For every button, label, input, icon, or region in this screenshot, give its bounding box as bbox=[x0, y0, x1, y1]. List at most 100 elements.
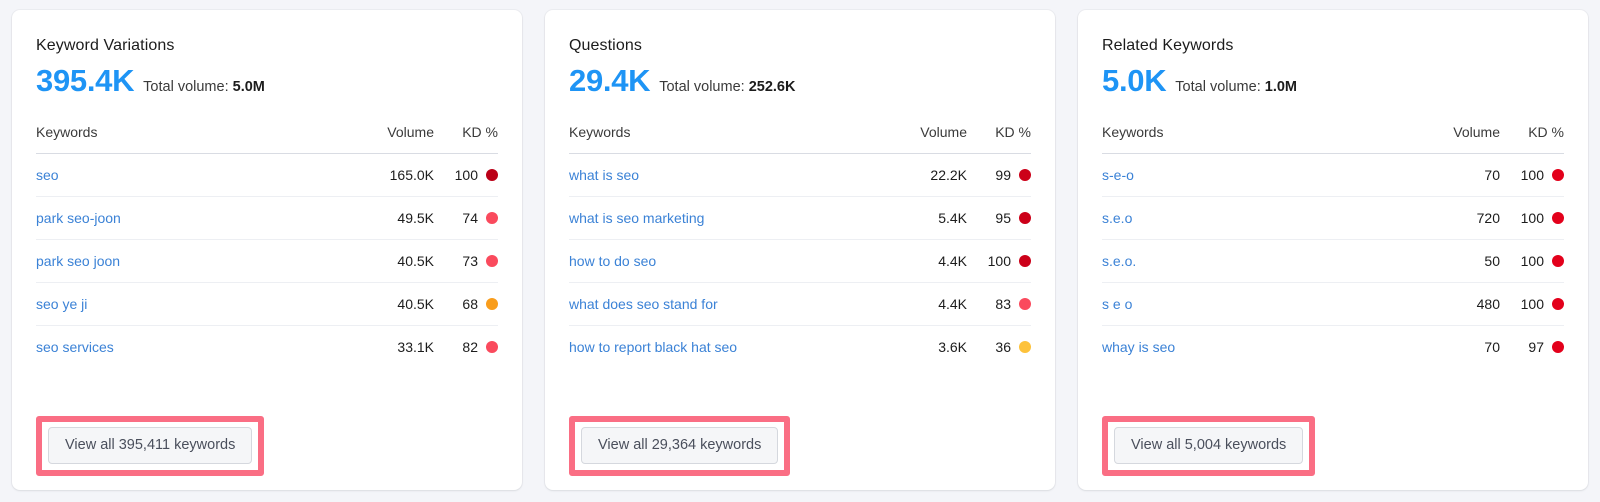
keyword-link[interactable]: what is seo marketing bbox=[569, 210, 704, 226]
table-header: Keywords Volume KD % bbox=[36, 124, 498, 154]
volume-cell: 480 bbox=[1414, 282, 1500, 326]
kd-value: 82 bbox=[462, 339, 478, 355]
keyword-cell: park seo joon bbox=[36, 239, 348, 283]
keyword-count: 5.0K bbox=[1102, 63, 1167, 98]
keyword-link[interactable]: how to report black hat seo bbox=[569, 339, 737, 355]
column-header-volume[interactable]: Volume bbox=[348, 124, 434, 154]
kd-cell: 68 bbox=[434, 282, 498, 326]
kd-value: 36 bbox=[995, 339, 1011, 355]
kd-value: 99 bbox=[995, 167, 1011, 183]
table-row: s e o 480 100 bbox=[1102, 282, 1564, 326]
card-footer: View all 29,364 keywords bbox=[569, 408, 1031, 490]
card-title: Related Keywords bbox=[1102, 37, 1234, 54]
kd-difficulty-dot-icon bbox=[1019, 341, 1031, 353]
card-related-keywords: Related Keywords 5.0K Total volume: 1.0M… bbox=[1078, 10, 1588, 490]
kd-cell: 97 bbox=[1500, 326, 1564, 369]
card-header: Keyword Variations 395.4K Total volume: … bbox=[36, 10, 498, 100]
kd-cell: 74 bbox=[434, 196, 498, 240]
total-volume-value: 5.0M bbox=[232, 79, 265, 95]
card-questions: Questions 29.4K Total volume: 252.6K Key… bbox=[545, 10, 1055, 490]
table-header: Keywords Volume KD % bbox=[1102, 124, 1564, 154]
keyword-link[interactable]: how to do seo bbox=[569, 253, 656, 269]
volume-cell: 4.4K bbox=[881, 282, 967, 326]
kd-difficulty-dot-icon bbox=[1552, 212, 1564, 224]
annotation-highlight-box: View all 29,364 keywords bbox=[569, 416, 791, 476]
view-all-keywords-button[interactable]: View all 395,411 keywords bbox=[48, 427, 253, 464]
total-volume-value: 1.0M bbox=[1264, 79, 1298, 95]
keyword-cell: s.e.o bbox=[1102, 196, 1414, 240]
volume-cell: 49.5K bbox=[348, 196, 434, 240]
kd-cell: 100 bbox=[1500, 153, 1564, 197]
kd-value: 68 bbox=[462, 296, 478, 312]
keyword-link[interactable]: s e o bbox=[1102, 296, 1132, 312]
keyword-link[interactable]: s.e.o bbox=[1102, 210, 1132, 226]
kd-difficulty-dot-icon bbox=[1019, 212, 1031, 224]
kd-cell: 100 bbox=[434, 153, 498, 197]
volume-cell: 70 bbox=[1484, 339, 1500, 355]
kd-value: 83 bbox=[995, 296, 1011, 312]
kd-difficulty-dot-icon bbox=[1552, 298, 1564, 310]
total-volume-label: Total volume: bbox=[143, 79, 229, 95]
keyword-overview-cards: Keyword Variations 395.4K Total volume: … bbox=[0, 0, 1600, 502]
column-header-kd[interactable]: KD % bbox=[1500, 124, 1564, 154]
keyword-link[interactable]: s-e-o bbox=[1102, 167, 1134, 183]
view-all-keywords-button[interactable]: View all 29,364 keywords bbox=[581, 427, 779, 464]
kd-difficulty-dot-icon bbox=[1552, 255, 1564, 267]
table-header-row: Keywords Volume KD % bbox=[36, 124, 498, 154]
column-header-keywords[interactable]: Keywords bbox=[569, 124, 881, 154]
table-row: park seo joon 40.5K 73 bbox=[36, 239, 498, 283]
kd-cell: 99 bbox=[967, 153, 1031, 197]
keyword-cell: park seo-joon bbox=[36, 196, 348, 240]
kd-difficulty-dot-icon bbox=[486, 341, 498, 353]
kd-cell: 36 bbox=[967, 326, 1031, 369]
keyword-link[interactable]: seo services bbox=[36, 339, 114, 355]
column-header-kd[interactable]: KD % bbox=[967, 124, 1031, 154]
kd-cell: 100 bbox=[1500, 239, 1564, 283]
keyword-link[interactable]: what is seo bbox=[569, 167, 639, 183]
keyword-link[interactable]: park seo-joon bbox=[36, 210, 121, 226]
column-header-kd[interactable]: KD % bbox=[434, 124, 498, 154]
card-title: Keyword Variations bbox=[36, 37, 175, 54]
keyword-link[interactable]: whay is seo bbox=[1102, 339, 1175, 355]
total-volume-value: 252.6K bbox=[748, 79, 796, 95]
keyword-cell: what does seo stand for bbox=[569, 282, 881, 326]
keyword-cell: seo services bbox=[36, 326, 348, 369]
table-header-row: Keywords Volume KD % bbox=[1102, 124, 1564, 154]
kd-cell: 100 bbox=[1500, 282, 1564, 326]
column-header-keywords[interactable]: Keywords bbox=[1102, 124, 1414, 154]
column-header-keywords[interactable]: Keywords bbox=[36, 124, 348, 154]
table-body: s-e-o 70 100 s.e.o 720 100 s.e.o. 50 100… bbox=[1102, 153, 1564, 369]
table-row: s.e.o. 50 100 bbox=[1102, 239, 1564, 283]
keyword-link[interactable]: seo bbox=[36, 167, 59, 183]
kd-value: 100 bbox=[1520, 167, 1544, 183]
keyword-link[interactable]: seo ye ji bbox=[36, 296, 87, 312]
card-footer: View all 395,411 keywords bbox=[36, 408, 498, 490]
keyword-link[interactable]: s.e.o. bbox=[1102, 253, 1136, 269]
volume-cell: 40.5K bbox=[348, 282, 434, 326]
keyword-link[interactable]: what does seo stand for bbox=[569, 296, 718, 312]
kd-cell: 100 bbox=[967, 239, 1031, 283]
table-row: seo ye ji 40.5K 68 bbox=[36, 282, 498, 326]
kd-value: 95 bbox=[995, 210, 1011, 226]
keyword-cell: seo ye ji bbox=[36, 282, 348, 326]
volume-cell: 5.4K bbox=[881, 196, 967, 240]
card-footer: View all 5,004 keywords bbox=[1102, 408, 1564, 490]
column-header-volume[interactable]: Volume bbox=[1414, 124, 1500, 154]
keyword-link[interactable]: park seo joon bbox=[36, 253, 120, 269]
volume-cell: 3.6K bbox=[938, 339, 967, 355]
table-row: whay is seo 70 97 bbox=[1102, 326, 1564, 369]
annotation-highlight-box: View all 395,411 keywords bbox=[36, 416, 265, 476]
table-row: park seo-joon 49.5K 74 bbox=[36, 196, 498, 240]
table-header: Keywords Volume KD % bbox=[569, 124, 1031, 154]
kd-cell: 82 bbox=[434, 326, 498, 369]
view-all-keywords-button[interactable]: View all 5,004 keywords bbox=[1114, 427, 1304, 464]
kd-difficulty-dot-icon bbox=[1019, 298, 1031, 310]
kd-value: 74 bbox=[462, 210, 478, 226]
total-volume: Total volume: 1.0M bbox=[1175, 78, 1297, 96]
column-header-volume[interactable]: Volume bbox=[881, 124, 967, 154]
keyword-cell: how to do seo bbox=[569, 239, 881, 283]
kd-value: 100 bbox=[1520, 210, 1544, 226]
keywords-table: Keywords Volume KD % s-e-o 70 100 s.e.o … bbox=[1102, 124, 1564, 368]
card-header: Questions 29.4K Total volume: 252.6K bbox=[569, 10, 1031, 100]
card-keyword-variations: Keyword Variations 395.4K Total volume: … bbox=[12, 10, 522, 490]
